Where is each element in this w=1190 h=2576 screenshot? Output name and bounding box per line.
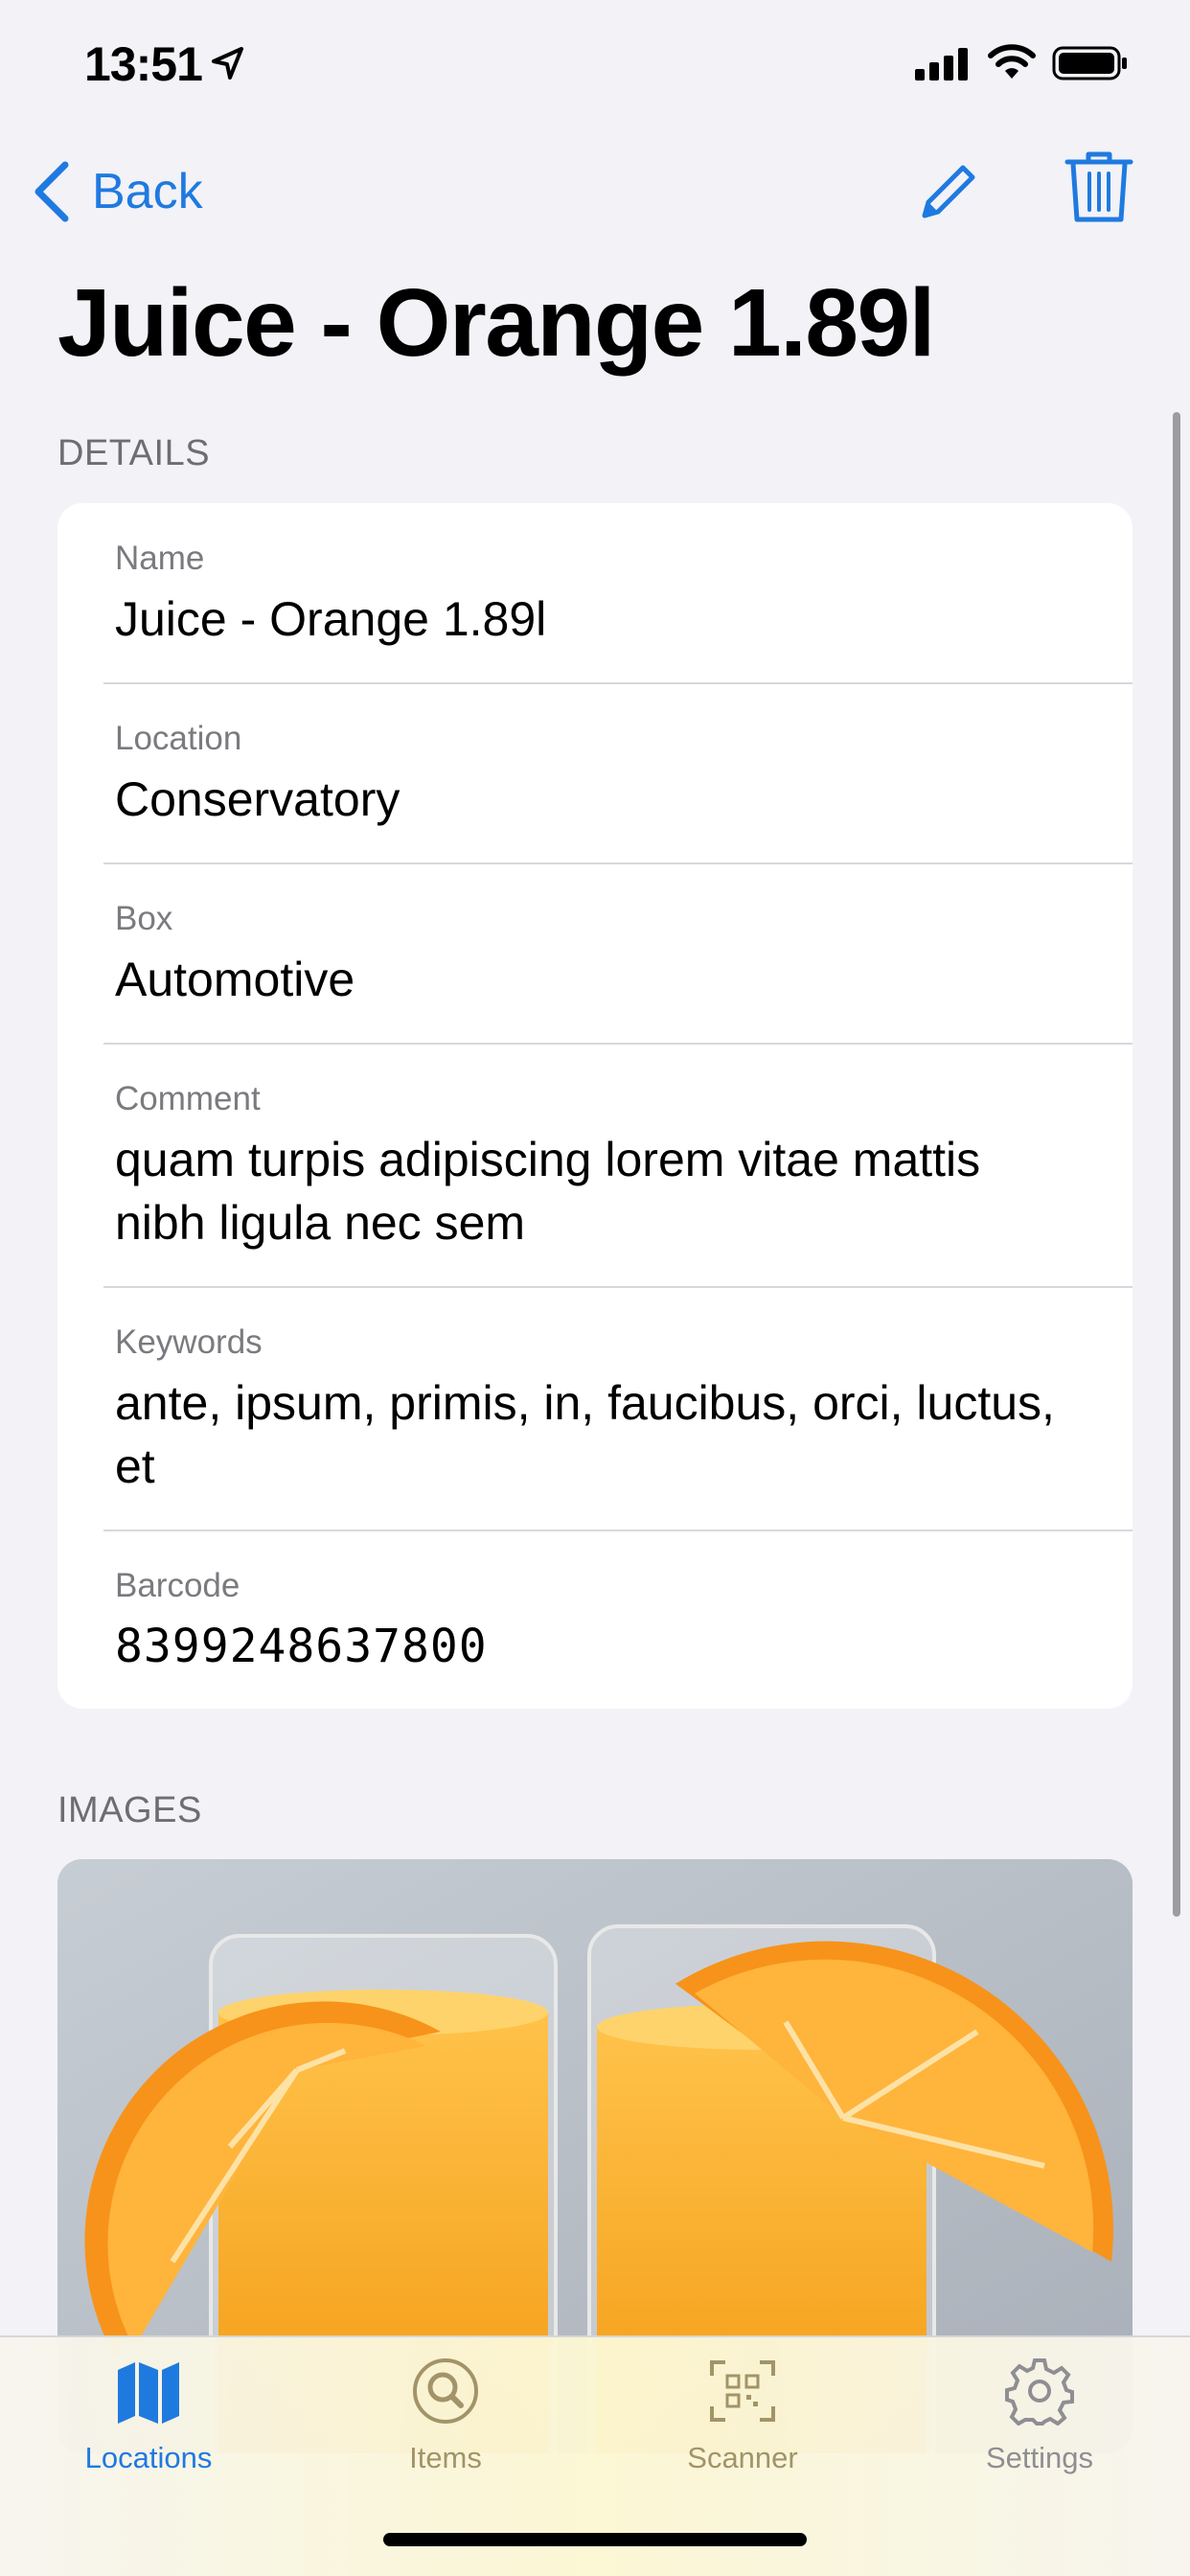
chevron-left-icon: [34, 161, 69, 222]
location-value: Conservatory: [115, 772, 400, 826]
battery-icon: [1052, 46, 1127, 80]
back-label: Back: [92, 164, 203, 219]
box-row: Box Automotive: [57, 863, 1133, 1044]
tab-settings[interactable]: Settings: [925, 2357, 1155, 2500]
tab-items-label: Items: [409, 2441, 482, 2474]
comment-value: quam turpis adipiscing lorem vitae matti…: [115, 1133, 981, 1250]
keywords-row: Keywords ante, ipsum, primis, in, faucib…: [57, 1287, 1133, 1530]
tab-scanner-label: Scanner: [687, 2441, 798, 2474]
name-value: Juice - Orange 1.89l: [115, 592, 547, 646]
home-indicator[interactable]: [383, 2533, 807, 2546]
cellular-signal-icon: [915, 48, 968, 80]
keywords-label: Keywords: [115, 1323, 263, 1361]
name-label: Name: [115, 540, 205, 577]
barcode-label: Barcode: [115, 1567, 240, 1604]
details-card: Name Juice - Orange 1.89l Location Conse…: [57, 503, 1133, 1709]
comment-label: Comment: [115, 1080, 261, 1117]
comment-row: Comment quam turpis adipiscing lorem vit…: [57, 1044, 1133, 1287]
tab-locations-label: Locations: [84, 2441, 213, 2474]
wifi-icon: [988, 44, 1036, 79]
tab-items[interactable]: Items: [331, 2357, 561, 2500]
trash-icon[interactable]: [1064, 149, 1134, 225]
location-label: Location: [115, 720, 242, 757]
gear-icon: [1005, 2358, 1074, 2426]
box-value: Automotive: [115, 953, 355, 1006]
tab-settings-label: Settings: [985, 2441, 1093, 2474]
details-header: DETAILS: [57, 433, 211, 473]
barcode-row: Barcode 8399248637800: [57, 1530, 1133, 1709]
location-row: Location Conservatory: [57, 683, 1133, 863]
name-row: Name Juice - Orange 1.89l: [57, 503, 1133, 683]
tab-locations[interactable]: Locations: [34, 2357, 263, 2500]
item-detail-screen: 13:51 Back Juice - Orange 1.89l DETAILS …: [0, 0, 1190, 2576]
scroll-indicator[interactable]: [1173, 412, 1180, 1917]
map-icon: [118, 2362, 179, 2424]
status-time: 13:51: [84, 37, 203, 91]
back-button[interactable]: Back: [33, 153, 203, 230]
magnifier-icon: [413, 2358, 478, 2424]
box-label: Box: [115, 900, 173, 937]
pencil-icon[interactable]: [915, 158, 982, 225]
status-bar: 13:51: [0, 0, 1190, 129]
page-title: Juice - Orange 1.89l: [57, 269, 935, 377]
tab-scanner[interactable]: Scanner: [628, 2357, 858, 2500]
barcode-value: 8399248637800: [115, 1620, 488, 1673]
location-arrow-icon: [212, 47, 243, 80]
images-header: IMAGES: [57, 1790, 202, 1830]
keywords-value: ante, ipsum, primis, in, faucibus, orci,…: [115, 1376, 1055, 1493]
qr-scanner-icon: [710, 2360, 775, 2422]
